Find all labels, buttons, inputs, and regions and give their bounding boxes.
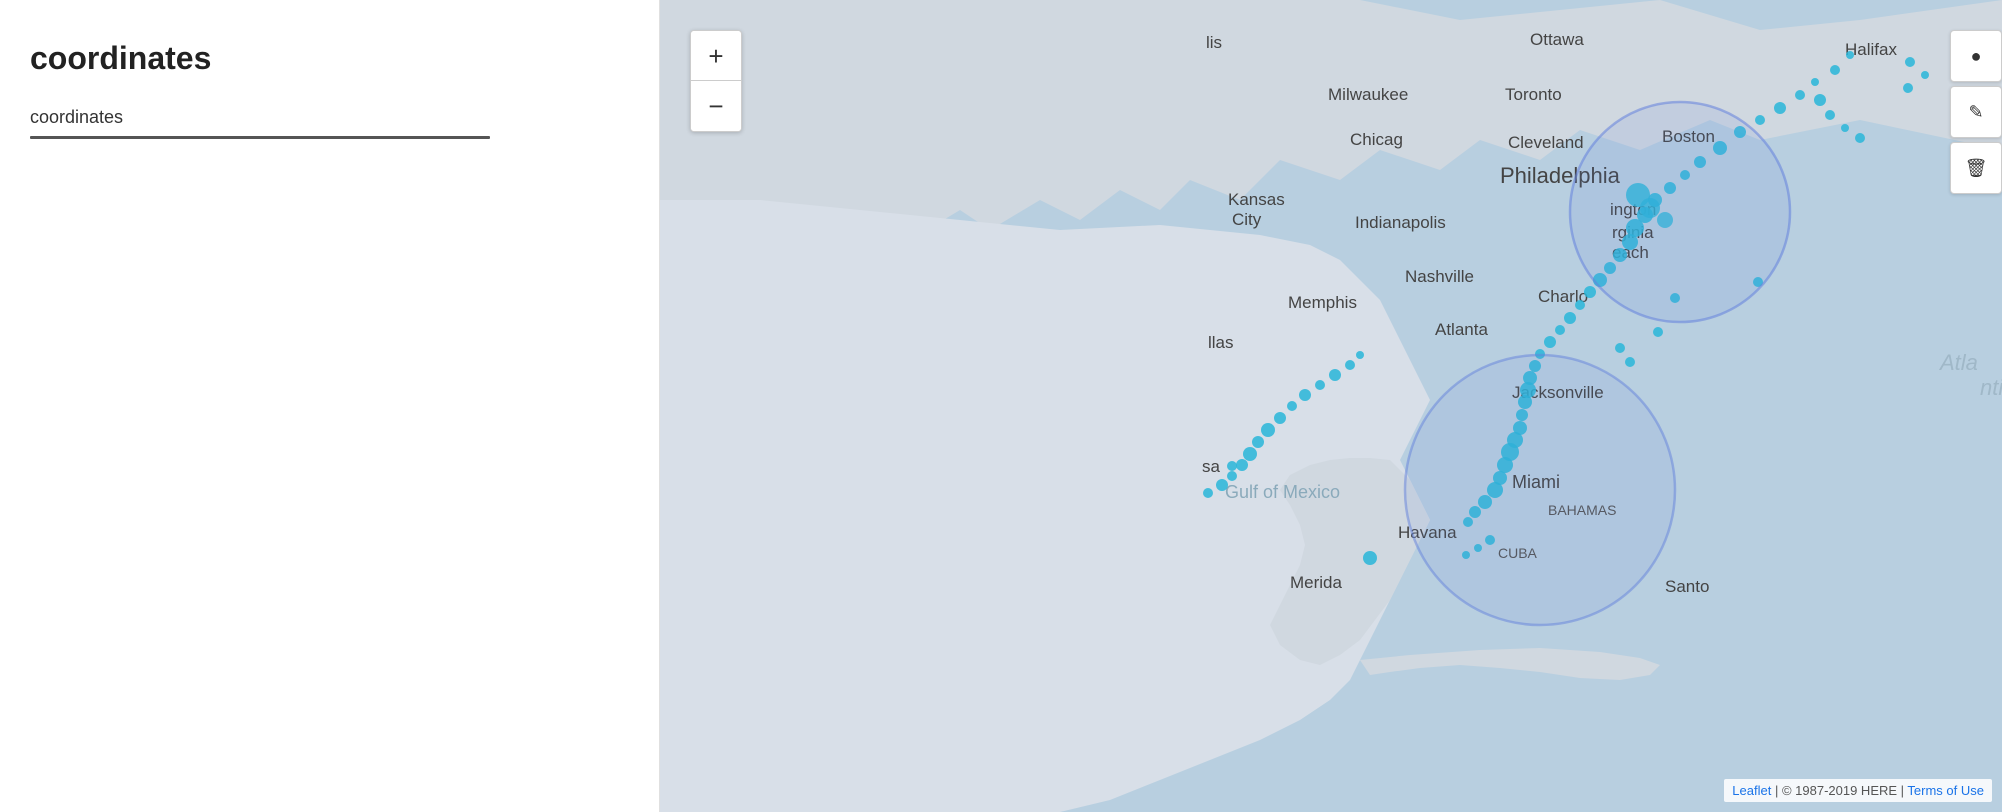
record-button[interactable]: ● [1950,30,2002,82]
svg-text:Indianapolis: Indianapolis [1355,213,1446,232]
zoom-controls: + − [690,30,742,132]
svg-text:lis: lis [1206,33,1222,52]
field-underline [30,136,490,139]
svg-text:Milwaukee: Milwaukee [1328,85,1408,104]
field-label: coordinates [30,107,629,128]
svg-text:Gulf of Mexico: Gulf of Mexico [1225,482,1340,502]
svg-text:City: City [1232,210,1262,229]
record-icon: ● [1971,46,1982,67]
svg-text:Toronto: Toronto [1505,85,1562,104]
svg-text:Merida: Merida [1290,573,1343,592]
svg-text:Kansas: Kansas [1228,190,1285,209]
svg-text:llas: llas [1208,333,1234,352]
map-svg: Atla ntic Gulf of Mexico Ottawa Halifax … [660,0,2002,812]
svg-text:Cleveland: Cleveland [1508,133,1584,152]
leaflet-link[interactable]: Leaflet [1732,783,1771,798]
svg-text:Ottawa: Ottawa [1530,30,1584,49]
svg-text:Nashville: Nashville [1405,267,1474,286]
svg-text:Memphis: Memphis [1288,293,1357,312]
panel-title: coordinates [30,40,629,77]
edit-button[interactable]: ✎ [1950,86,2002,138]
svg-text:Atla: Atla [1938,350,1978,375]
svg-text:Atlanta: Atlanta [1435,320,1488,339]
zoom-out-button[interactable]: − [691,81,741,131]
edit-icon: ✎ [1968,102,1983,123]
attribution-copyright: | © 1987-2019 HERE | [1775,783,1907,798]
svg-text:ntic: ntic [1980,375,2002,400]
svg-text:Santo: Santo [1665,577,1709,596]
map-attribution: Leaflet | © 1987-2019 HERE | Terms of Us… [1724,779,1992,802]
left-panel: coordinates coordinates [0,0,660,812]
map-container: Atla ntic Gulf of Mexico Ottawa Halifax … [660,0,2002,812]
right-toolbar: ● ✎ 🗑 [1950,30,2002,194]
trash-icon: 🗑 [1965,158,1988,179]
delete-button[interactable]: 🗑 [1950,142,2002,194]
svg-text:Chicag: Chicag [1350,130,1403,149]
svg-text:sa: sa [1202,457,1221,476]
zoom-in-button[interactable]: + [691,31,741,81]
terms-of-use-link[interactable]: Terms of Use [1907,783,1984,798]
